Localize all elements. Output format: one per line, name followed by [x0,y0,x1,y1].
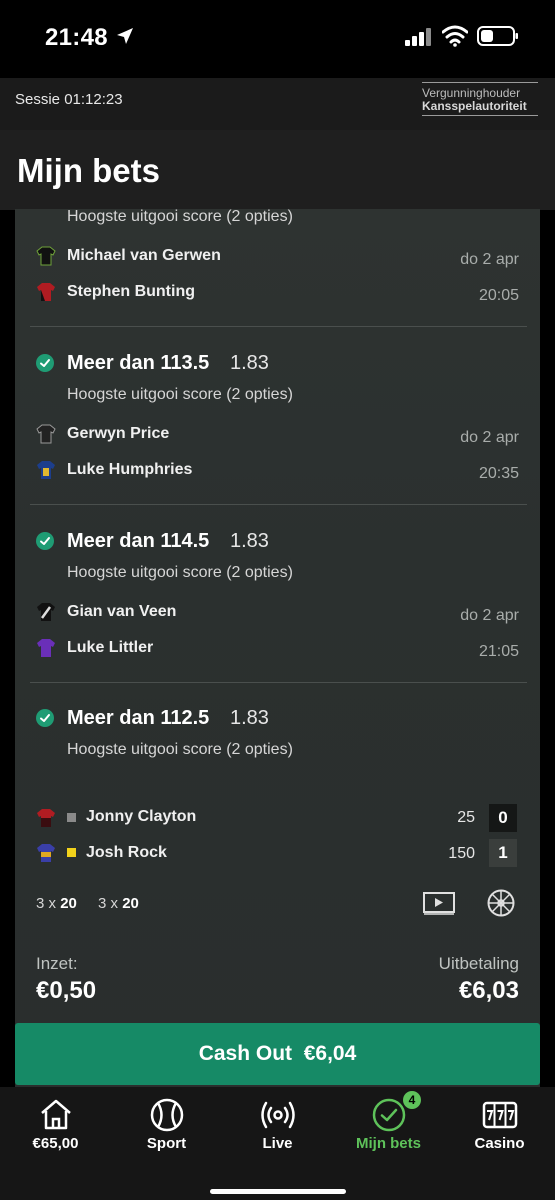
player-name: Gian van Veen [67,603,177,620]
event-time: 20:05 [478,287,519,304]
tab-balance[interactable]: €65,00 [0,1087,111,1162]
selection-odds: 1.83 [230,707,269,729]
tab-label: Casino [474,1135,525,1152]
player-name: Jonny Clayton [86,808,197,825]
player-name: Gerwyn Price [67,425,170,442]
shirt-icon [36,246,56,266]
leg-market: Hoogste uitgooi score (2 opties) [67,386,293,403]
divider [30,682,527,683]
payout-value: €6,03 [458,977,519,1004]
dartboard-icon[interactable] [487,889,515,917]
check-circle-icon [36,709,54,727]
tab-casino[interactable]: Casino [444,1087,555,1162]
license-logo: Vergunninghouder Kansspelautoriteit [422,82,538,118]
player-name: Luke Littler [67,639,154,656]
set-score: 1 [489,839,517,867]
player-name: Michael van Gerwen [67,247,221,264]
license-line2: Kansspelautoriteit [422,99,538,116]
shirt-icon [37,461,55,479]
tab-label: €65,00 [32,1135,79,1152]
stat-prefix: 3 x [36,895,57,912]
event-date: do 2 apr [460,251,519,268]
payout-label: Uitbetaling [438,954,519,973]
cash-out-amount: €6,04 [303,1042,357,1065]
status-bar: 21:48 [0,0,555,78]
selection-name: Meer dan 113.5 [67,352,210,374]
live-broadcast-icon [261,1101,295,1129]
shirt-icon [37,283,55,301]
page-header: Mijn bets [0,130,555,210]
status-time: 21:48 [45,24,108,51]
event-time: 21:05 [478,643,519,660]
stake-value: €0,50 [36,977,97,1004]
last-throw-stat: 3 x 20 [98,895,139,912]
selection-name: Meer dan 114.5 [67,530,210,552]
location-arrow-icon [117,28,133,44]
play-video-icon[interactable] [422,891,456,915]
tab-mijn-bets[interactable]: 4 Mijn bets [333,1087,444,1162]
tab-sport[interactable]: Sport [111,1087,222,1162]
player-name: Luke Humphries [67,461,193,478]
signal-icon [405,28,431,46]
home-indicator [210,1189,346,1194]
tab-label: Sport [146,1135,187,1152]
divider [30,504,527,505]
event-time: 20:35 [478,465,519,482]
casino-slot-icon [482,1101,518,1129]
player-name: Josh Rock [86,844,167,861]
stat-prefix: 3 x [98,895,119,912]
divider [30,326,527,327]
cash-out-button[interactable]: Cash Out €6,04 [15,1023,540,1085]
stake-label: Inzet: [36,954,78,973]
player-name: Stephen Bunting [67,283,195,300]
check-circle-tab-icon [372,1098,406,1132]
player-score: 25 [457,809,475,826]
selection-odds: 1.83 [230,352,269,374]
tab-live[interactable]: Live [222,1087,333,1162]
tab-label: Mijn bets [355,1135,421,1152]
shirt-icon [37,603,55,621]
selection-name: Meer dan 112.5 [67,707,210,729]
serve-indicator [67,813,76,822]
wifi-icon [442,25,468,47]
sport-ball-icon [150,1098,184,1132]
cash-out-label: Cash Out [198,1042,293,1065]
tab-label: Live [262,1135,293,1152]
leg-market: Hoogste uitgooi score (2 opties) [67,564,293,581]
home-icon [41,1099,71,1130]
bets-count-badge: 4 [403,1091,421,1109]
check-circle-icon [36,532,54,550]
shirt-icon [37,844,55,862]
stat-value: 20 [60,895,77,912]
page-title: Mijn bets [17,152,161,189]
leg-market: Hoogste uitgooi score (2 opties) [67,208,293,225]
session-bar: Sessie 01:12:23 Vergunninghouder Kansspe… [0,78,555,130]
license-line1: Vergunninghouder [422,82,538,100]
shirt-icon [37,639,55,657]
shirt-icon [37,809,55,827]
event-date: do 2 apr [460,607,519,624]
battery-icon [477,26,518,46]
bet-card[interactable]: Hoogste uitgooi score (2 opties) Michael… [15,208,540,1087]
last-throw-stat: 3 x 20 [36,895,77,912]
check-circle-icon [36,354,54,372]
selection-odds: 1.83 [230,530,269,552]
shirt-icon [36,424,56,444]
bottom-tab-bar: €65,00 Sport Live 4 Mijn bets Casino [0,1087,555,1200]
serve-indicator [67,848,76,857]
leg-market: Hoogste uitgooi score (2 opties) [67,741,293,758]
session-timer: Sessie 01:12:23 [15,91,123,108]
player-score: 150 [448,845,475,862]
stat-value: 20 [122,895,139,912]
set-score: 0 [489,804,517,832]
event-date: do 2 apr [460,429,519,446]
